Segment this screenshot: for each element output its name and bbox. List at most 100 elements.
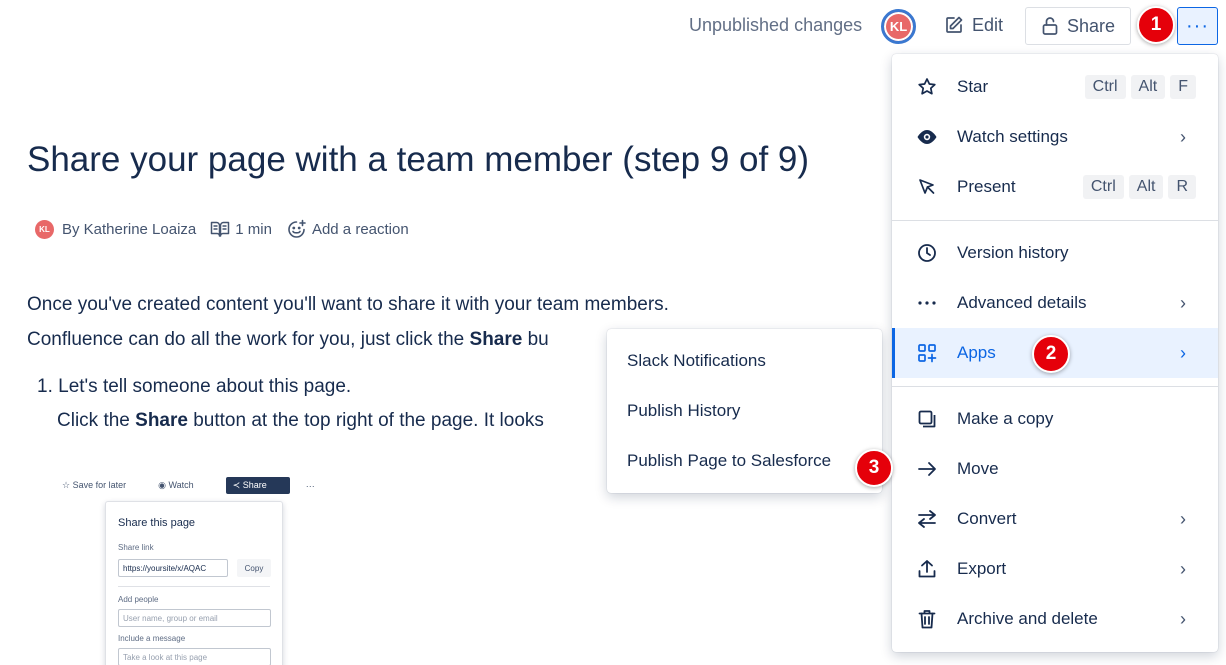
list-item: 1. Let's tell someone about this page.: [37, 376, 352, 397]
save-for-later: ☆ Save for later: [62, 480, 127, 490]
menu-item-watch-settings[interactable]: Watch settings ›: [892, 112, 1218, 162]
more-actions-button[interactable]: ···: [1177, 7, 1218, 45]
message-label: Include a message: [118, 634, 186, 643]
menu-item-label: Archive and delete: [957, 609, 1098, 628]
menu-item-label: Convert: [957, 509, 1017, 528]
read-time-label: 1 min: [235, 220, 272, 238]
cursor-icon: [916, 176, 938, 198]
submenu-item-publish-page-to-salesforce[interactable]: Publish Page to Salesforce: [607, 436, 882, 486]
embedded-panel-title: Share this page: [118, 517, 196, 529]
chevron-right-icon: ›: [1180, 126, 1186, 147]
menu-item-export[interactable]: Export ›: [892, 544, 1218, 594]
message-field: Take a look at this page: [118, 648, 271, 665]
swap-arrows-icon: [916, 508, 938, 530]
pencil-icon: [944, 15, 964, 35]
body-text: Confluence can do all the work for you, …: [27, 329, 470, 350]
submenu-item-slack-notifications[interactable]: Slack Notifications: [607, 336, 882, 386]
chevron-right-icon: ›: [1180, 342, 1186, 363]
menu-item-version-history[interactable]: Version history: [892, 228, 1218, 278]
menu-divider: [892, 220, 1218, 221]
keyboard-shortcut: Ctrl Alt F: [1084, 75, 1196, 99]
menu-item-label: Move: [957, 459, 999, 478]
clock-icon: [916, 242, 938, 264]
body-paragraph-1: Once you've created content you'll want …: [27, 294, 669, 315]
step-badge-3: 3: [855, 449, 893, 487]
submenu-item-publish-history[interactable]: Publish History: [607, 386, 882, 436]
edit-button[interactable]: Edit: [936, 6, 1011, 44]
chevron-right-icon: ›: [1180, 558, 1186, 579]
key-r: R: [1168, 175, 1196, 199]
menu-item-label: Apps: [957, 343, 996, 362]
copy-button: Copy: [237, 559, 271, 577]
share-link-field: https://yoursite/x/AQAC: [118, 559, 228, 577]
menu-item-label: Advanced details: [957, 293, 1087, 312]
share-label: Share: [1066, 15, 1116, 36]
key-f: F: [1170, 75, 1196, 99]
ellipsis-icon: [916, 292, 938, 314]
apps-submenu: Slack Notifications Publish History Publ…: [607, 329, 882, 493]
more-icon: ···: [1186, 14, 1209, 37]
embedded-more-icon: ···: [305, 480, 315, 491]
arrow-right-icon: [916, 458, 938, 480]
key-ctrl: Ctrl: [1084, 75, 1126, 99]
menu-item-label: Star: [957, 77, 989, 96]
page-header-bar: Unpublished changes KL Edit Share ···: [0, 6, 1226, 46]
step-badge-1: 1: [1137, 6, 1175, 44]
copy-icon: [916, 408, 938, 430]
share-button[interactable]: Share: [1025, 7, 1131, 45]
embedded-share-panel: Share this page Share link https://yours…: [105, 501, 283, 665]
author-name[interactable]: By Katherine Loaiza: [62, 221, 196, 238]
avatar[interactable]: KL: [881, 9, 916, 44]
body-text: button at the top right of the page. It …: [187, 410, 544, 431]
menu-item-present[interactable]: Present Ctrl Alt R: [892, 162, 1218, 212]
embedded-toolbar: ☆ Save for later ◉ Watch ≺ Share ···: [62, 476, 331, 495]
unpublished-status: Unpublished changes: [689, 15, 863, 35]
menu-item-label: Export: [957, 559, 1007, 578]
byline: KL By Katherine Loaiza 1 min Add a react…: [35, 217, 409, 241]
chevron-right-icon: ›: [1180, 608, 1186, 629]
read-time: 1 min: [210, 220, 272, 238]
watch-label: Watch: [168, 480, 194, 490]
menu-item-make-a-copy[interactable]: Make a copy: [892, 394, 1218, 444]
body-text: bu: [522, 329, 549, 350]
menu-item-label: Make a copy: [957, 409, 1054, 428]
upload-icon: [916, 558, 938, 580]
list-item-detail: Click the Share button at the top right …: [57, 410, 544, 432]
share-link-label: Share link: [118, 543, 154, 552]
menu-item-label: Present: [957, 177, 1016, 196]
keyboard-shortcut: Ctrl Alt R: [1082, 175, 1196, 199]
menu-item-advanced-details[interactable]: Advanced details ›: [892, 278, 1218, 328]
menu-item-convert[interactable]: Convert ›: [892, 494, 1218, 544]
body-paragraph-2: Confluence can do all the work for you, …: [27, 329, 549, 351]
embedded-share-button: ≺ Share: [225, 477, 290, 494]
embedded-share-label: Share: [242, 480, 267, 490]
menu-item-star[interactable]: Star Ctrl Alt F: [892, 62, 1218, 112]
trash-icon: [916, 608, 938, 630]
body-bold-text: Share: [469, 329, 523, 350]
add-reaction-button[interactable]: Add a reaction: [286, 219, 409, 240]
eye-icon: [916, 126, 938, 148]
menu-divider: [892, 386, 1218, 387]
menu-item-move[interactable]: Move: [892, 444, 1218, 494]
add-people-field: User name, group or email: [118, 609, 271, 627]
emoji-add-icon: [286, 219, 307, 240]
step-badge-2: 2: [1032, 335, 1070, 373]
unlock-icon: [1041, 16, 1059, 36]
edit-label: Edit: [972, 14, 1004, 35]
body-bold-text: Share: [135, 410, 188, 431]
page-title: Share your page with a team member (step…: [27, 140, 810, 179]
body-text: Click the: [57, 410, 136, 431]
key-ctrl: Ctrl: [1082, 175, 1124, 199]
menu-item-label: Watch settings: [957, 127, 1068, 146]
menu-item-archive-and-delete[interactable]: Archive and delete ›: [892, 594, 1218, 644]
key-alt: Alt: [1130, 75, 1166, 99]
author-avatar[interactable]: KL: [35, 219, 54, 239]
divider: [118, 586, 270, 587]
key-alt: Alt: [1128, 175, 1164, 199]
apps-grid-icon: [916, 342, 938, 364]
book-icon: [210, 220, 230, 238]
add-people-label: Add people: [118, 595, 159, 604]
chevron-right-icon: ›: [1180, 508, 1186, 529]
star-icon: [916, 76, 938, 98]
menu-item-label: Version history: [957, 243, 1069, 262]
